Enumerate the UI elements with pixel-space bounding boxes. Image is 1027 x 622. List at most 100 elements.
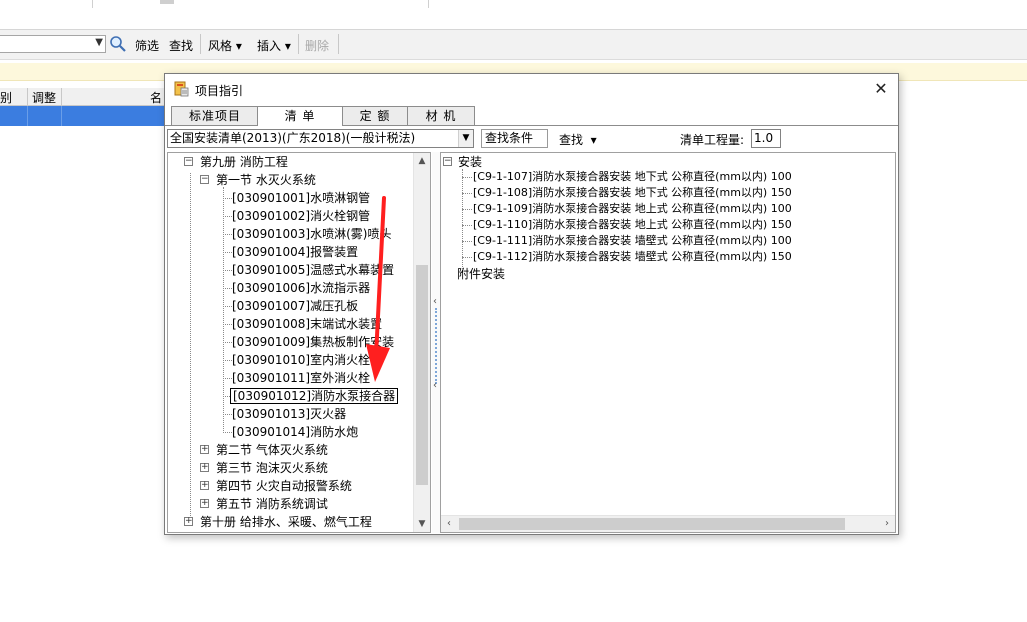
tree-node-bill-item[interactable]: [030901007]减压孔板 [232, 297, 358, 315]
toolbar-combo[interactable]: ▼ [0, 35, 106, 53]
tree-node-bill-item[interactable]: [030901010]室内消火栓 [232, 351, 370, 369]
tree-node-label: [030901010]室内消火栓 [232, 353, 371, 367]
tree-node-bill-item[interactable]: [030901006]水流指示器 [232, 279, 370, 297]
tree-node-label: [C9-1-107]消防水泵接合器安装 地下式 公称直径(mm以内) 100 [473, 170, 792, 183]
collapse-icon[interactable]: − [184, 157, 193, 166]
grid-header-cell[interactable]: 别 [0, 89, 12, 106]
tree-node-label: [C9-1-108]消防水泵接合器安装 地下式 公称直径(mm以内) 150 [473, 186, 792, 199]
tree-node-label: [030901013]灭火器 [232, 407, 347, 421]
filter-button[interactable]: 筛选 [135, 37, 159, 54]
tree-connector [223, 306, 232, 307]
scroll-right-icon[interactable]: › [879, 516, 895, 532]
tab-quota[interactable]: 定 额 [341, 106, 409, 125]
tree-node-accessory-install[interactable]: 附件安装 [457, 265, 505, 283]
grid-header-cell[interactable]: 名 [150, 89, 162, 106]
collapse-left-icon[interactable]: ‹ [433, 296, 437, 307]
tree-node-quota-item[interactable]: [C9-1-108]消防水泵接合器安装 地下式 公称直径(mm以内) 150 [473, 185, 792, 201]
tab-bill[interactable]: 清 单 [257, 106, 343, 126]
tree-node-bill-item[interactable]: [030901014]消防水炮 [232, 423, 358, 441]
tree-node-bill-item[interactable]: [030901004]报警装置 [232, 243, 358, 261]
toolbar-separator [298, 34, 299, 54]
delete-button[interactable]: 删除 [305, 37, 329, 54]
quantity-input[interactable]: 1.0 [751, 129, 781, 148]
tree-connector [223, 198, 232, 199]
tree-node-label: [030901012]消防水泵接合器 [230, 388, 399, 404]
style-menu-button[interactable]: 风格 ▾ [208, 37, 242, 54]
collapse-icon[interactable]: − [200, 175, 209, 184]
search-condition-button[interactable]: 查找条件 [481, 129, 548, 148]
tree-node-quota-item[interactable]: [C9-1-109]消防水泵接合器安装 地上式 公称直径(mm以内) 100 [473, 201, 792, 217]
scroll-left-icon[interactable]: ‹ [441, 516, 457, 532]
expand-icon[interactable]: + [200, 463, 209, 472]
tree-connector [223, 270, 232, 271]
tree-node-bill-item[interactable]: [030901001]水喷淋钢管 [232, 189, 370, 207]
insert-menu-button[interactable]: 插入 ▾ [257, 37, 291, 54]
tree-node-label: 第九册 消防工程 [200, 155, 288, 169]
library-select[interactable]: 全国安装清单(2013)(广东2018)(一般计税法) ▼ [167, 129, 474, 148]
collapse-left-icon[interactable]: ‹ [433, 380, 437, 391]
dialog-tabs: 标准项目 清 单 定 额 材 机 [165, 106, 898, 126]
tree-connector [223, 288, 232, 289]
grid-row-selected[interactable] [0, 106, 170, 126]
chevron-down-icon[interactable]: ▼ [95, 37, 103, 48]
tree-node-quota-item[interactable]: [C9-1-107]消防水泵接合器安装 地下式 公称直径(mm以内) 100 [473, 169, 792, 185]
tree-node-label: [C9-1-110]消防水泵接合器安装 地上式 公称直径(mm以内) 150 [473, 218, 792, 231]
tree-node-bill-item[interactable]: [030901002]消火栓钢管 [232, 207, 370, 225]
expand-icon[interactable]: + [200, 499, 209, 508]
tab-standard-items[interactable]: 标准项目 [171, 106, 259, 125]
tree-node-label: [C9-1-111]消防水泵接合器安装 墙壁式 公称直径(mm以内) 100 [473, 234, 792, 247]
chevron-down-icon[interactable]: ▼ [458, 130, 473, 147]
project-guide-dialog: 项目指引 ✕ 标准项目 清 单 定 额 材 机 全国安装清单(2013)(广东2… [164, 73, 899, 535]
tree-connector [462, 209, 472, 210]
collapse-icon[interactable]: − [443, 157, 452, 166]
tree-connector [462, 177, 472, 178]
grid-header-divider [27, 88, 28, 106]
top-strip-divider [92, 0, 93, 8]
grid-header-cell[interactable]: 调整 [32, 89, 56, 106]
scroll-up-icon[interactable]: ▲ [414, 153, 430, 169]
close-button[interactable]: ✕ [870, 79, 892, 99]
close-icon[interactable]: ✕ [874, 79, 887, 98]
tree-node-label: 第五节 消防系统调试 [216, 497, 328, 511]
tree-node-bill-item[interactable]: [030901011]室外消火栓 [232, 369, 370, 387]
grid-header: 别 调整 名 [0, 88, 170, 106]
scroll-down-icon[interactable]: ▼ [414, 516, 430, 532]
search-icon[interactable] [109, 35, 127, 53]
expand-icon[interactable]: + [200, 445, 209, 454]
tree-node-bill-item-selected[interactable]: [030901012]消防水泵接合器 [230, 387, 399, 405]
tree-vertical-scrollbar[interactable]: ▲ ▼ [413, 153, 430, 532]
expand-icon[interactable]: + [200, 481, 209, 490]
library-select-value: 全国安装清单(2013)(广东2018)(一般计税法) [170, 131, 416, 145]
tree-connector [462, 193, 472, 194]
top-strip-divider [428, 0, 429, 8]
find-button[interactable]: 查找 [169, 37, 193, 54]
tree-node-label: 第三节 泡沫灭火系统 [216, 461, 328, 475]
top-strip-mark [160, 0, 174, 4]
dialog-titlebar[interactable]: 项目指引 ✕ [165, 74, 898, 104]
tree-connector [223, 342, 232, 343]
scrollbar-thumb[interactable] [416, 265, 428, 485]
tree-node-quota-item[interactable]: [C9-1-111]消防水泵接合器安装 墙壁式 公称直径(mm以内) 100 [473, 233, 792, 249]
tree-node-label: 第一节 水灭火系统 [216, 173, 316, 187]
tree-node-quota-item[interactable]: [C9-1-112]消防水泵接合器安装 墙壁式 公称直径(mm以内) 150 [473, 249, 792, 265]
grid-row-divider [61, 106, 62, 126]
tree-connector [223, 414, 232, 415]
tree-node-label: [030901011]室外消火栓 [232, 371, 371, 385]
tree-node-label: 第十册 给排水、采暖、燃气工程 [200, 515, 372, 529]
tree-node-label: [030901006]水流指示器 [232, 281, 371, 295]
quota-horizontal-scrollbar[interactable]: ‹ › [441, 515, 895, 532]
scrollbar-thumb[interactable] [459, 518, 845, 530]
expand-icon[interactable]: + [184, 517, 193, 526]
find-menu-button[interactable]: 查找 ▾ [559, 131, 597, 148]
tree-connector [223, 216, 232, 217]
quantity-label: 清单工程量: [680, 133, 745, 147]
tree-connector [223, 187, 224, 431]
panel-splitter[interactable]: ‹ ‹ [432, 152, 440, 533]
tree-node-quota-item[interactable]: [C9-1-110]消防水泵接合器安装 地上式 公称直径(mm以内) 150 [473, 217, 792, 233]
splitter-grip[interactable] [435, 308, 437, 384]
tab-materials[interactable]: 材 机 [407, 106, 475, 125]
tree-connector [223, 252, 232, 253]
tree-node-label: [030901014]消防水炮 [232, 425, 359, 439]
tree-node-bill-item[interactable]: [030901013]灭火器 [232, 405, 346, 423]
grid-row-divider [27, 106, 28, 126]
